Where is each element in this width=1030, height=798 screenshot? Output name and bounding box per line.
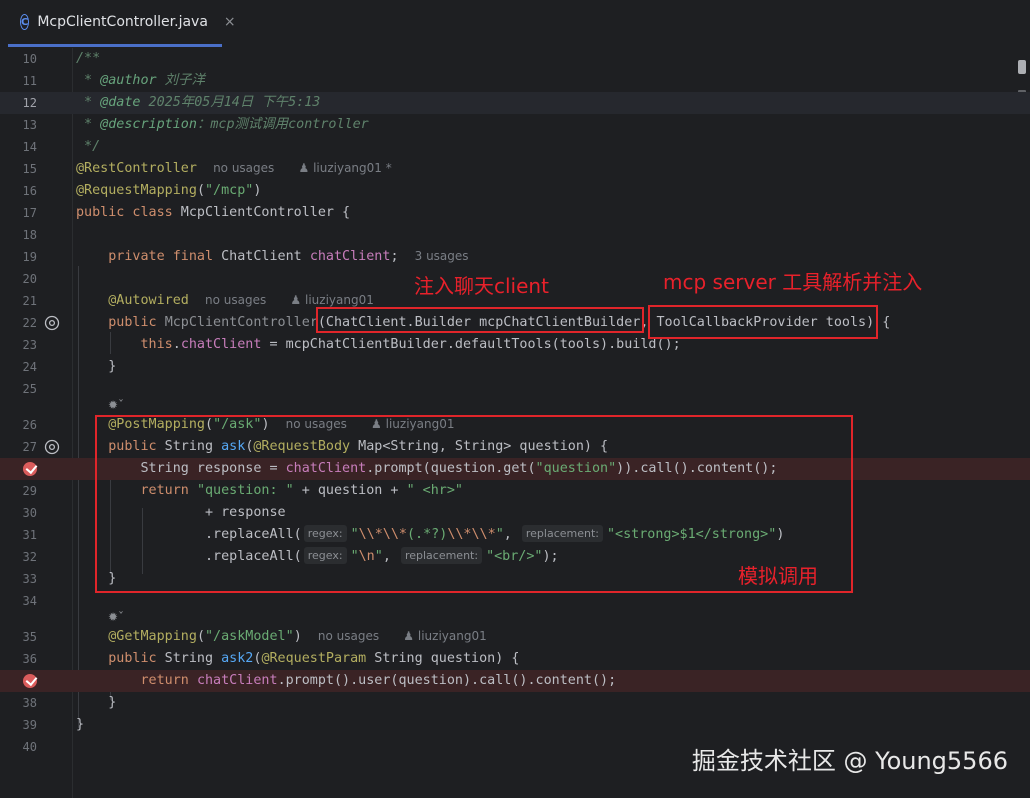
- java-class-icon: C: [20, 14, 30, 30]
- line-number: 35: [22, 630, 37, 644]
- active-tab-indicator: [8, 44, 222, 47]
- at-endpoint-icon[interactable]: [44, 439, 60, 455]
- ai-assist-icon[interactable]: ✹ˇ: [108, 398, 124, 412]
- line-number: 10: [22, 52, 37, 66]
- line-code: }: [76, 695, 117, 710]
- breakpoint-icon[interactable]: [23, 462, 37, 476]
- tab-mcp-client-controller[interactable]: C McpClientController.java ×: [8, 0, 236, 44]
- line-number: 23: [22, 338, 37, 352]
- code-line: 35 @GetMapping("/askModel") no usages ♟ …: [0, 626, 1030, 648]
- line-code: * @description：mcp测试调用controller: [76, 117, 369, 132]
- line-code: @GetMapping("/askModel") no usages ♟ liu…: [108, 629, 487, 644]
- at-injection-icon[interactable]: [44, 315, 60, 331]
- code-line: 17 public class McpClientController {: [0, 202, 1030, 224]
- usages-hint[interactable]: no usages: [205, 293, 266, 307]
- line-number: 27: [22, 440, 37, 454]
- close-icon[interactable]: ×: [224, 14, 236, 30]
- line-number: 34: [22, 594, 37, 608]
- line-number: 12: [22, 96, 37, 110]
- line-number: 21: [22, 294, 37, 308]
- editor-tab-bar: C McpClientController.java ×: [0, 0, 1030, 48]
- line-code: }: [76, 717, 85, 732]
- line-code: * @date 2025年05月14日 下午5:13: [76, 95, 321, 110]
- code-line-breakpoint: return chatClient.prompt().user(question…: [0, 670, 1030, 692]
- highlight-box-chat-client: [316, 307, 644, 333]
- code-line: 34: [0, 590, 1030, 612]
- line-number: 36: [22, 652, 37, 666]
- code-line: 25: [0, 378, 1030, 400]
- code-line: 36 public String ask2(@RequestParam Stri…: [0, 648, 1030, 670]
- code-line: 19 private final ChatClient chatClient; …: [0, 246, 1030, 268]
- line-code: this.chatClient = mcpChatClientBuilder.d…: [140, 337, 681, 352]
- code-line: 39 }: [0, 714, 1030, 736]
- code-line: 11 * @author 刘子洋: [0, 70, 1030, 92]
- annotation-simulate-call: 模拟调用: [738, 564, 818, 588]
- line-code: @RestController no usages ♟ liuziyang01 …: [76, 161, 392, 176]
- watermark: 掘金技术社区 @ Young5566: [691, 747, 1008, 775]
- line-number: 11: [22, 74, 37, 88]
- line-code: }: [76, 359, 117, 374]
- breakpoint-icon[interactable]: [23, 674, 37, 688]
- line-number: 13: [22, 118, 37, 132]
- code-line: 15 @RestController no usages ♟ liuziyang…: [0, 158, 1030, 180]
- annotation-inject-client: 注入聊天client: [414, 274, 549, 298]
- code-line: 18: [0, 224, 1030, 246]
- line-number: 32: [22, 550, 37, 564]
- author-hint[interactable]: ♟ liuziyang01: [290, 293, 373, 307]
- line-number: 30: [22, 506, 37, 520]
- code-line: 38 }: [0, 692, 1030, 714]
- line-number: 15: [22, 162, 37, 176]
- line-number: 24: [22, 360, 37, 374]
- line-number: 18: [22, 228, 37, 242]
- highlight-box-tool-provider: [648, 305, 878, 339]
- line-number: 20: [22, 272, 37, 286]
- line-number: 26: [22, 418, 37, 432]
- line-number: 38: [22, 696, 37, 710]
- code-line: 24 }: [0, 356, 1030, 378]
- line-code: * @author 刘子洋: [76, 73, 205, 88]
- line-code: */: [76, 139, 101, 154]
- code-line-current: 12 * @date 2025年05月14日 下午5:13: [0, 92, 1030, 114]
- line-number: 29: [22, 484, 37, 498]
- line-number: 17: [22, 206, 37, 220]
- code-line: 10 /**: [0, 48, 1030, 70]
- usages-hint[interactable]: 3 usages: [415, 249, 469, 263]
- line-number: 22: [22, 316, 37, 330]
- line-number: 31: [22, 528, 37, 542]
- line-number: 33: [22, 572, 37, 586]
- line-code: private final ChatClient chatClient; 3 u…: [108, 249, 469, 264]
- author-hint[interactable]: ♟ liuziyang01: [403, 629, 486, 643]
- line-code: public String ask2(@RequestParam String …: [108, 651, 520, 666]
- line-number: 16: [22, 184, 37, 198]
- tab-label: McpClientController.java: [37, 14, 208, 30]
- code-line: 13 * @description：mcp测试调用controller: [0, 114, 1030, 136]
- code-line: 14 */: [0, 136, 1030, 158]
- annotation-mcp-tools: mcp server 工具解析并注入: [663, 270, 923, 294]
- code-editor[interactable]: 10 /** 11 * @author 刘子洋 12 * @date 2025年…: [0, 48, 1030, 798]
- line-code: return chatClient.prompt().user(question…: [140, 673, 617, 688]
- line-number: 19: [22, 250, 37, 264]
- line-number: 39: [22, 718, 37, 732]
- usages-hint[interactable]: no usages: [213, 161, 274, 175]
- line-code: /**: [76, 51, 101, 66]
- code-line: 16 @RequestMapping("/mcp"): [0, 180, 1030, 202]
- line-number: 25: [22, 382, 37, 396]
- author-hint[interactable]: ♟ liuziyang01 *: [298, 161, 391, 175]
- line-number: 40: [22, 740, 37, 754]
- line-code: @RequestMapping("/mcp"): [76, 183, 262, 198]
- ai-assist-icon[interactable]: ✹ˇ: [108, 610, 124, 624]
- usages-hint[interactable]: no usages: [318, 629, 379, 643]
- line-code: public class McpClientController {: [76, 205, 351, 220]
- line-number: 14: [22, 140, 37, 154]
